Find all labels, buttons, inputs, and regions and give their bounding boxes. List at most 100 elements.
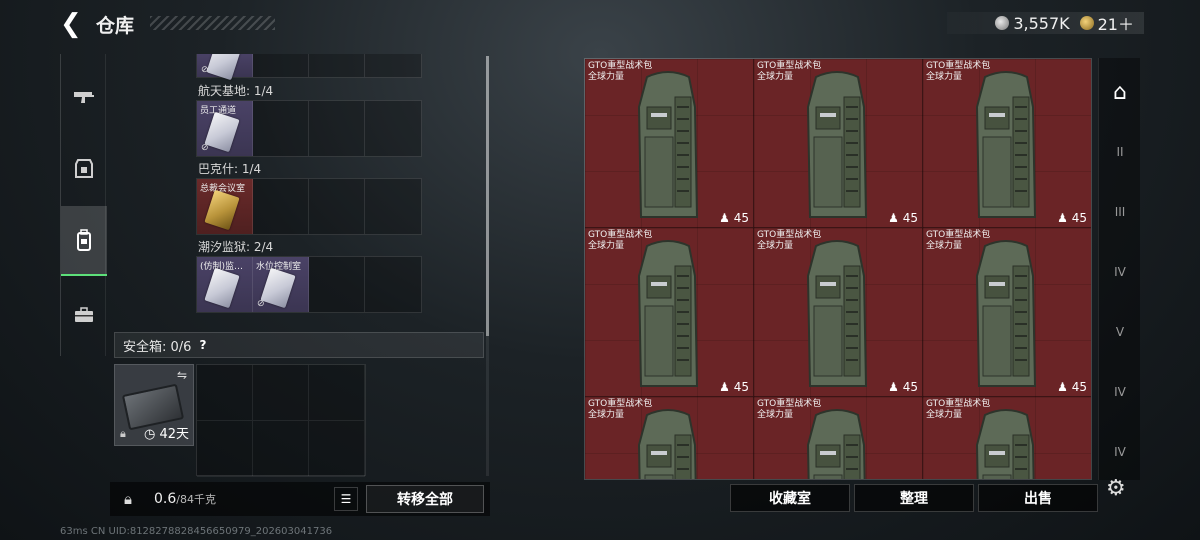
storage-tab-3[interactable]: III (1099, 182, 1141, 242)
storage-item[interactable]: GTO重型战术包 全球力量 ♟ 45 (923, 59, 1091, 228)
silver-currency[interactable]: 3,557K (995, 13, 1070, 33)
keycard-slot-empty[interactable] (253, 54, 309, 77)
footer-status: 63ms CN UID:8128278828456650979_20260304… (60, 526, 333, 537)
storage-item[interactable]: GTO重型战术包 全球力量 (923, 397, 1091, 479)
help-icon[interactable]: ? (199, 338, 206, 352)
storage-item[interactable]: GTO重型战术包 全球力量 ♟ 45 (585, 59, 754, 228)
storage-item[interactable]: GTO重型战术包 全球力量 (754, 397, 923, 479)
top-bar: ❮ 仓库 3,557K 21＋ (0, 0, 1200, 48)
safe-slot[interactable] (253, 421, 309, 477)
item-name-line2: 全球力量 (588, 72, 625, 82)
keycard-slot-empty[interactable] (309, 101, 365, 156)
safe-slot[interactable] (309, 365, 365, 421)
home-tab-icon[interactable]: ⌂ (1099, 62, 1141, 122)
days-value: 42天 (159, 427, 189, 442)
keycard-slot-empty[interactable] (309, 179, 365, 234)
backpack-image (806, 409, 866, 479)
safe-slot[interactable] (197, 421, 253, 477)
armor-icon[interactable] (61, 134, 107, 204)
storage-item[interactable]: GTO重型战术包 全球力量 ♟ 45 (754, 59, 923, 228)
weight-display: 0.6/84千克 (154, 491, 216, 507)
category-nav (60, 54, 107, 356)
item-name-line2: 全球力量 (588, 241, 625, 251)
keycard-icon (260, 267, 296, 309)
silver-amount: 3,557K (1013, 13, 1070, 33)
gear-icon[interactable]: ⚙ (1106, 476, 1126, 501)
keycard-caption: (仿制)监… (200, 262, 244, 272)
backpack-image (637, 240, 699, 387)
storage-item[interactable]: GTO重型战术包 全球力量 (585, 397, 754, 479)
collection-button[interactable]: 收藏室 (730, 484, 850, 512)
keycard-slot-empty[interactable] (253, 101, 309, 156)
safe-slot[interactable] (197, 365, 253, 421)
keycard-row-bakshi: 总裁会议室 (196, 178, 422, 235)
keycard-slot-empty[interactable] (309, 257, 365, 312)
keycard-slot[interactable]: ⊘ (197, 54, 253, 81)
keycard-row-aerospace: 员工通道 ⊘ (196, 100, 422, 157)
storage-tab-rail: ⌂ II III IV V IV IV (1098, 58, 1140, 480)
sell-button[interactable]: 出售 (978, 484, 1098, 512)
backpack-image (806, 71, 868, 218)
gold-currency[interactable]: 21＋ (1079, 11, 1134, 35)
gun-icon[interactable] (61, 62, 107, 132)
storage-tab-4[interactable]: IV (1099, 242, 1141, 302)
section-label-aerospace: 航天基地: 1/4 (198, 84, 274, 98)
keycard-row-tide-prison: (仿制)监… 水位控制室 ⊘ (196, 256, 422, 313)
item-name-line2: 全球力量 (757, 241, 794, 251)
storage-item[interactable]: GTO重型战术包 全球力量 ♟ 45 (754, 228, 923, 397)
keycard-slot[interactable]: 总裁会议室 (197, 179, 253, 234)
keycard-caption: 总裁会议室 (200, 184, 246, 194)
backpack-icon[interactable] (61, 206, 107, 276)
safe-slot[interactable] (253, 365, 309, 421)
list-icon[interactable]: ☰ (334, 487, 358, 511)
item-weight-value: 45 (733, 380, 749, 394)
item-name-line2: 全球力量 (926, 72, 963, 82)
keycard-slot[interactable]: (仿制)监… (197, 257, 253, 312)
scroll-thumb[interactable] (486, 56, 489, 336)
keycard-slot-empty[interactable] (365, 257, 421, 312)
keycard-caption: 员工通道 (200, 106, 237, 116)
item-name-line2: 全球力量 (757, 410, 794, 420)
keycard-slot-empty[interactable] (309, 54, 365, 77)
keycard-icon (204, 189, 240, 231)
gold-coin-icon (1079, 16, 1094, 30)
backpack-image (806, 240, 868, 387)
transfer-all-button[interactable]: 转移全部 (366, 485, 484, 513)
lock-icon: 🔒︎ (120, 427, 126, 440)
safe-box-header: 安全箱: 0/6 ? (114, 332, 484, 358)
left-scrollbar[interactable] (486, 56, 489, 476)
safe-slot[interactable] (309, 421, 365, 477)
item-weight: ♟ 45 (888, 211, 918, 225)
keycard-slot-empty[interactable] (365, 101, 421, 156)
keycard-slot-empty[interactable] (365, 54, 421, 77)
item-weight-value: 45 (902, 380, 918, 394)
storage-tab-5[interactable]: V (1099, 302, 1141, 362)
unbind-icon: ⊘ (201, 143, 209, 153)
storage-tab-6[interactable]: IV (1099, 362, 1141, 422)
briefcase-icon[interactable] (61, 280, 107, 350)
silver-coin-icon (995, 16, 1010, 30)
keycard-icon (204, 111, 240, 153)
keycard-row-partial: ⊘ (196, 54, 422, 81)
back-arrow-icon[interactable]: ❮ (60, 10, 88, 38)
storage-item[interactable]: GTO重型战术包 全球力量 ♟ 45 (923, 228, 1091, 397)
gold-amount: 21＋ (1097, 15, 1134, 34)
keycard-slot[interactable]: 员工通道 ⊘ (197, 101, 253, 156)
section-label-tide-prison: 潮汐监狱: 2/4 (198, 240, 274, 254)
storage-tab-7[interactable]: IV (1099, 422, 1141, 482)
item-weight-value: 45 (1071, 380, 1087, 394)
backpack-image (637, 409, 697, 479)
storage-item[interactable]: GTO重型战术包 全球力量 ♟ 45 (585, 228, 754, 397)
storage-tab-2[interactable]: II (1099, 122, 1141, 182)
keycard-slot-empty[interactable] (253, 179, 309, 234)
swap-icon[interactable]: ⇋ (177, 368, 187, 382)
storage-actions: 收藏室 整理 出售 (730, 484, 1098, 512)
keycard-slot-empty[interactable] (365, 179, 421, 234)
keycard-slot[interactable]: 水位控制室 ⊘ (253, 257, 309, 312)
item-weight: ♟ 45 (1057, 380, 1087, 394)
sort-button[interactable]: 整理 (854, 484, 974, 512)
lock-icon[interactable]: 🔒︎ (110, 490, 146, 508)
storage-panel: GTO重型战术包 全球力量 ♟ 45 GTO重型战术包 全球力量 ♟ 45 GTO重型战术包… (584, 58, 1092, 480)
currency-bar: 3,557K 21＋ (947, 12, 1144, 34)
safe-box-item[interactable]: ⇋ 🔒︎ ◷ 42天 (114, 364, 194, 446)
